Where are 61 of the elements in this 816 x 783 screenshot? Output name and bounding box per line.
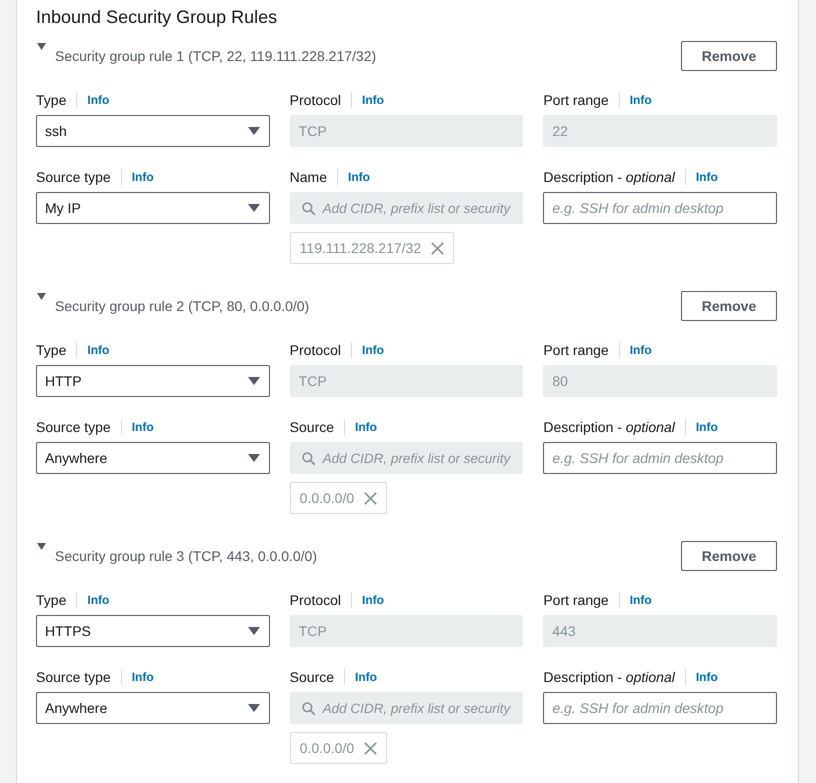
field-label: Description - optional: [543, 418, 675, 437]
field-label: Port range: [543, 91, 609, 110]
rule-title: Security group rule 1 (TCP, 22, 119.111.228.217/32): [55, 47, 376, 66]
field-label: Source type: [36, 668, 111, 687]
search-icon: [302, 202, 315, 214]
dropdown[interactable]: HTTPS: [36, 615, 270, 647]
field-label: Name: [290, 168, 328, 187]
caret-down-icon[interactable]: [37, 293, 46, 300]
field-label: Type: [36, 91, 66, 110]
close-icon[interactable]: [364, 492, 378, 504]
caret-down-icon: [248, 454, 260, 462]
dropdown[interactable]: Anywhere: [36, 442, 270, 474]
token-text: 0.0.0.0/0: [300, 490, 354, 506]
info-link[interactable]: Info: [87, 90, 110, 110]
field-label: Description - optional: [543, 668, 675, 687]
field-label: Source: [290, 668, 334, 687]
close-icon[interactable]: [431, 242, 444, 254]
rule-title: Security group rule 2 (TCP, 80, 0.0.0.0/0): [55, 297, 310, 316]
field-label: Source type: [36, 418, 111, 437]
info-link[interactable]: Info: [87, 590, 110, 610]
input-field[interactable]: e.g. SSH for admin desktop: [543, 692, 777, 724]
info-link[interactable]: Info: [696, 417, 718, 437]
dropdown[interactable]: Anywhere: [36, 692, 270, 724]
remove-button[interactable]: Remove: [681, 291, 777, 321]
caret-down-icon: [248, 704, 260, 712]
info-link[interactable]: Info: [132, 667, 154, 687]
token-text: 0.0.0.0/0: [300, 740, 354, 756]
caret-down-icon: [248, 377, 260, 385]
dropdown[interactable]: My IP: [36, 192, 270, 224]
section-title: Inbound Security Group Rules: [36, 7, 278, 27]
field-label: Protocol: [290, 91, 342, 110]
field-label: Port range: [543, 591, 609, 610]
caret-down-icon[interactable]: [37, 543, 46, 550]
dropdown[interactable]: ssh: [36, 115, 270, 147]
remove-button[interactable]: Remove: [681, 41, 777, 71]
field-label: Source: [290, 418, 334, 437]
field-label: Type: [36, 341, 66, 360]
token-text: 119.111.228.217/32: [300, 240, 422, 256]
caret-down-icon: [248, 204, 260, 212]
field-label: Port range: [543, 341, 609, 360]
rule-title: Security group rule 3 (TCP, 443, 0.0.0.0/0): [55, 547, 317, 566]
dropdown[interactable]: HTTP: [36, 365, 270, 397]
search-icon: [302, 702, 315, 714]
remove-button[interactable]: Remove: [681, 541, 777, 571]
info-link[interactable]: Info: [696, 167, 718, 187]
info-link[interactable]: Info: [132, 417, 154, 437]
field-label: Protocol: [290, 591, 342, 610]
field-label: Description - optional: [543, 168, 675, 187]
field-label: Protocol: [290, 341, 342, 360]
caret-down-icon: [248, 127, 260, 135]
input-field[interactable]: e.g. SSH for admin desktop: [543, 442, 777, 474]
input-field[interactable]: e.g. SSH for admin desktop: [543, 192, 777, 224]
search-icon: [302, 452, 315, 464]
field-label: Type: [36, 591, 66, 610]
info-link[interactable]: Info: [132, 167, 154, 187]
caret-down-icon[interactable]: [37, 43, 46, 50]
info-link[interactable]: Info: [87, 340, 110, 360]
field-label: Source type: [36, 168, 111, 187]
close-icon[interactable]: [364, 742, 378, 754]
caret-down-icon: [248, 627, 260, 635]
info-link[interactable]: Info: [696, 667, 718, 687]
